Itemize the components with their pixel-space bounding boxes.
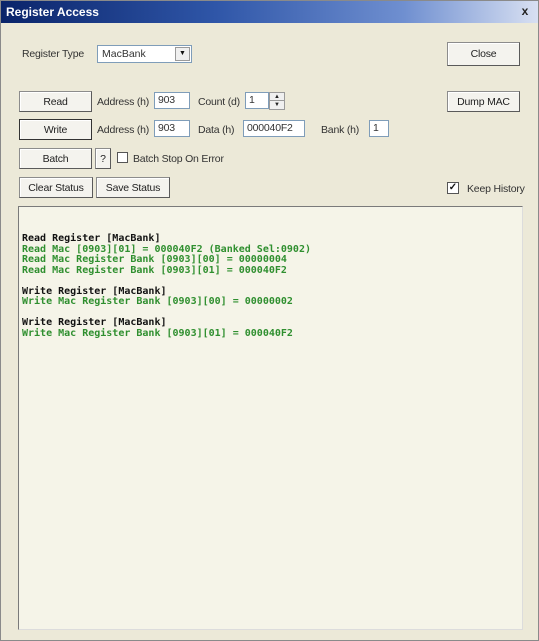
- dump-mac-button-label: Dump MAC: [457, 96, 510, 108]
- batch-button-label: Batch: [42, 153, 69, 165]
- chevron-down-icon[interactable]: ▼: [175, 47, 190, 61]
- register-access-window: Register Access x Register Type MacBank …: [0, 0, 539, 641]
- data-field[interactable]: 000040F2: [243, 120, 305, 137]
- register-type-label: Register Type: [22, 48, 84, 60]
- register-type-select[interactable]: MacBank ▼: [97, 45, 192, 63]
- status-log: Read Register [MacBank] Read Mac [0903][0…: [22, 233, 311, 339]
- log-entry: Read Mac Register Bank [0903][00] = 0000…: [22, 254, 287, 265]
- write-address-field[interactable]: 903: [154, 120, 190, 137]
- write-button-label: Write: [43, 124, 68, 136]
- spin-up-icon[interactable]: ▲: [270, 93, 284, 101]
- clear-status-button-label: Clear Status: [28, 182, 84, 194]
- log-heading: Write Register [MacBank]: [22, 317, 167, 328]
- write-button[interactable]: Write: [19, 119, 92, 140]
- keep-history-label: Keep History: [467, 183, 525, 195]
- help-icon: ?: [100, 153, 106, 165]
- read-address-field[interactable]: 903: [154, 92, 190, 109]
- keep-history-checkbox[interactable]: ✓: [447, 182, 459, 194]
- count-spinner[interactable]: ▲ ▼: [269, 92, 285, 110]
- batch-stop-checkbox[interactable]: [117, 152, 128, 163]
- read-button[interactable]: Read: [19, 91, 92, 112]
- close-button[interactable]: Close: [447, 42, 520, 66]
- count-field[interactable]: 1: [245, 92, 269, 109]
- log-entry: Write Mac Register Bank [0903][00] = 000…: [22, 296, 293, 307]
- window-title: Register Access: [6, 5, 99, 19]
- bank-field[interactable]: 1: [369, 120, 389, 137]
- log-entry: Read Mac Register Bank [0903][01] = 0000…: [22, 264, 287, 276]
- spin-down-icon[interactable]: ▼: [270, 101, 284, 109]
- batch-button[interactable]: Batch: [19, 148, 92, 169]
- read-button-label: Read: [43, 96, 68, 108]
- log-heading: Read Register [MacBank]: [22, 233, 161, 244]
- dump-mac-button[interactable]: Dump MAC: [447, 91, 520, 112]
- log-entry: Write Mac Register Bank [0903][01] = 000…: [22, 327, 293, 339]
- bank-label: Bank (h): [321, 124, 360, 136]
- title-bar[interactable]: Register Access x: [1, 1, 538, 23]
- log-spacer: [22, 276, 311, 287]
- data-label: Data (h): [198, 124, 235, 136]
- save-status-button[interactable]: Save Status: [96, 177, 170, 198]
- read-address-label: Address (h): [97, 96, 150, 108]
- close-button-label: Close: [470, 48, 497, 60]
- status-log-panel[interactable]: Read Register [MacBank] Read Mac [0903][0…: [18, 206, 523, 630]
- save-status-button-label: Save Status: [105, 182, 161, 194]
- register-type-value: MacBank: [102, 48, 146, 60]
- count-label: Count (d): [198, 96, 240, 108]
- batch-stop-label: Batch Stop On Error: [133, 153, 224, 165]
- help-button[interactable]: ?: [95, 148, 111, 169]
- clear-status-button[interactable]: Clear Status: [19, 177, 93, 198]
- write-address-label: Address (h): [97, 124, 150, 136]
- window-close-icon[interactable]: x: [518, 4, 532, 19]
